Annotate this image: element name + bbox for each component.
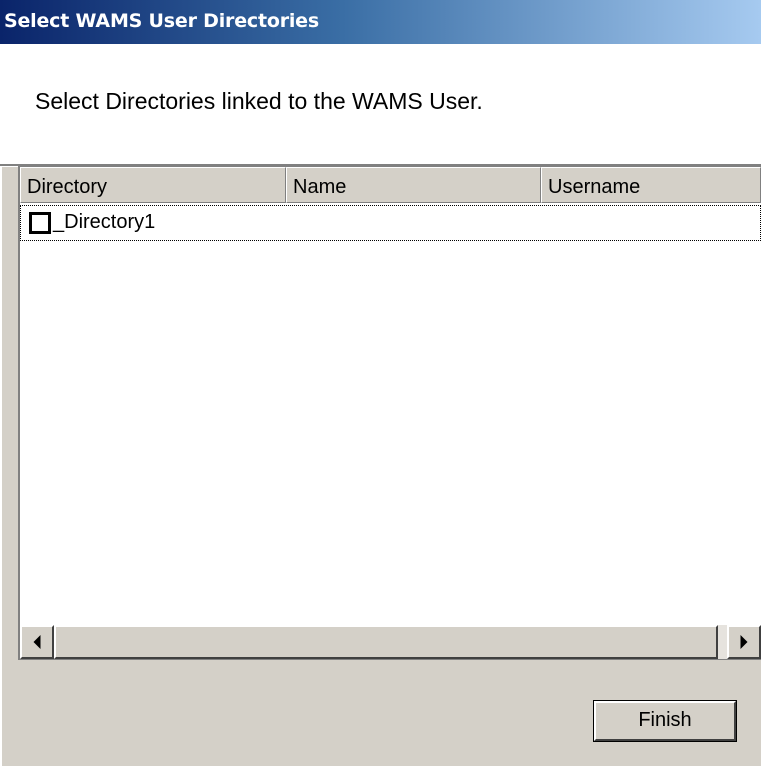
instruction-text: Select Directories linked to the WAMS Us… [35, 88, 483, 114]
horizontal-scrollbar[interactable] [20, 625, 761, 659]
window-title: Select WAMS User Directories [4, 10, 319, 32]
scroll-right-button[interactable] [727, 625, 761, 659]
column-header-directory[interactable]: Directory [20, 167, 286, 203]
directory-list[interactable]: Directory Name Username _Directory1 [18, 166, 761, 660]
column-headers: Directory Name Username [20, 167, 761, 203]
finish-button[interactable]: Finish [594, 701, 736, 741]
header-panel: Select Directories linked to the WAMS Us… [0, 44, 761, 166]
arrow-right-icon [740, 635, 748, 649]
title-bar[interactable]: Select WAMS User Directories [0, 0, 761, 44]
column-header-name[interactable]: Name [286, 167, 541, 203]
list-item[interactable]: _Directory1 [20, 205, 761, 241]
directory-name: _Directory1 [53, 211, 156, 233]
directory-checkbox[interactable] [29, 212, 51, 234]
scrollbar-thumb[interactable] [54, 625, 718, 659]
arrow-left-icon [33, 635, 41, 649]
scroll-left-button[interactable] [20, 625, 54, 659]
column-header-username[interactable]: Username [541, 167, 761, 203]
